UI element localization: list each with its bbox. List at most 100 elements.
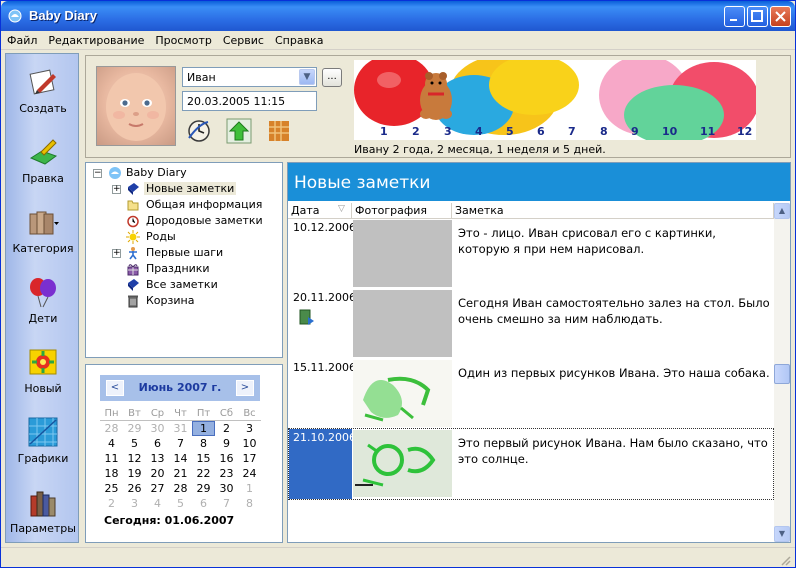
calendar-day[interactable]: 12 xyxy=(123,451,146,466)
close-button[interactable] xyxy=(770,6,791,27)
calendar-day[interactable]: 5 xyxy=(123,436,146,451)
month-12: 12 xyxy=(737,125,753,138)
calendar-day-selected[interactable]: 1 xyxy=(192,421,215,436)
calendar-day[interactable]: 22 xyxy=(192,466,215,481)
note-text: Один из первых рисунков Ивана. Это наша … xyxy=(458,366,770,380)
calendar-day[interactable]: 29 xyxy=(123,421,146,436)
calendar-day[interactable]: 25 xyxy=(100,481,123,496)
calendar-day[interactable]: 1 xyxy=(238,481,261,496)
minimize-icon xyxy=(730,19,737,21)
menu-edit[interactable]: Редактирование xyxy=(42,31,149,47)
calendar-day[interactable]: 23 xyxy=(215,466,238,481)
notes-header: Новые заметки xyxy=(288,163,790,201)
calendar-day[interactable]: 2 xyxy=(215,421,238,436)
scroll-up-icon[interactable]: ▲ xyxy=(774,203,790,219)
category-button[interactable]: Категория xyxy=(6,196,80,266)
note-row[interactable]: 20.11.2006 Сегодня Иван самостоятельно з… xyxy=(289,289,773,359)
calendar-day[interactable]: 24 xyxy=(238,466,261,481)
maximize-button[interactable] xyxy=(747,6,768,27)
child-photo[interactable] xyxy=(96,66,176,146)
calendar-week: 11 12 13 14 15 16 17 xyxy=(100,451,261,466)
minimize-button[interactable] xyxy=(724,6,745,27)
today-label[interactable]: Сегодня: 01.06.2007 xyxy=(104,514,234,527)
calendar-day[interactable]: 21 xyxy=(169,466,192,481)
calendar-day[interactable]: 4 xyxy=(100,436,123,451)
notes-scrollbar[interactable]: ▲ ▼ xyxy=(774,203,790,542)
calendar-month-title[interactable]: Июнь 2007 г. xyxy=(124,381,236,394)
note-row-selected[interactable]: 21.10.2006 Это первый рисунок Ивана. Нам… xyxy=(288,428,774,500)
weekday: Сб xyxy=(215,406,238,421)
collapse-icon[interactable]: − xyxy=(93,169,102,178)
child-profile-panel: Иван ▼ ... 20.03.2005 11:15 1 2 3 4 5 6 … xyxy=(85,55,791,158)
scroll-down-icon[interactable]: ▼ xyxy=(774,526,790,542)
calendar-day[interactable]: 8 xyxy=(192,436,215,451)
child-select[interactable]: Иван ▼ xyxy=(182,67,317,87)
month-11: 11 xyxy=(700,125,716,138)
sun-icon xyxy=(126,230,140,244)
birth-datetime-field[interactable]: 20.03.2005 11:15 xyxy=(182,91,317,111)
calendar-day[interactable]: 19 xyxy=(123,466,146,481)
calendar-day[interactable]: 29 xyxy=(192,481,215,496)
charts-button[interactable]: Графики xyxy=(6,406,80,476)
calendar-week: 28 29 30 31 1 2 3 xyxy=(100,421,261,436)
pattern-icon[interactable] xyxy=(266,118,292,144)
resize-grip-icon[interactable] xyxy=(779,554,791,566)
calendar-prev-button[interactable]: < xyxy=(106,380,124,396)
settings-button[interactable]: Параметры xyxy=(6,476,80,546)
edit-button[interactable]: Правка xyxy=(6,126,80,196)
calendar-day[interactable]: 30 xyxy=(146,421,169,436)
calendar-day[interactable]: 31 xyxy=(169,421,192,436)
calendar-day[interactable]: 3 xyxy=(238,421,261,436)
clock-icon[interactable] xyxy=(186,118,212,144)
calendar-day[interactable]: 6 xyxy=(146,436,169,451)
calendar-day[interactable]: 2 xyxy=(100,496,123,511)
calendar-next-button[interactable]: > xyxy=(236,380,254,396)
calendar-day[interactable]: 6 xyxy=(192,496,215,511)
calendar-day[interactable]: 20 xyxy=(146,466,169,481)
calendar-day[interactable]: 8 xyxy=(238,496,261,511)
calendar-day[interactable]: 27 xyxy=(146,481,169,496)
chevron-down-icon[interactable]: ▼ xyxy=(299,69,315,85)
note-text: Это первый рисунок Ивана. Нам было сказа… xyxy=(458,436,768,466)
calendar-day[interactable]: 4 xyxy=(146,496,169,511)
calendar-day[interactable]: 28 xyxy=(169,481,192,496)
expand-icon[interactable]: + xyxy=(112,249,121,258)
calendar-day[interactable]: 14 xyxy=(169,451,192,466)
calendar-day[interactable]: 3 xyxy=(123,496,146,511)
calendar-day[interactable]: 7 xyxy=(169,436,192,451)
calendar-day[interactable]: 13 xyxy=(146,451,169,466)
column-date[interactable]: Дата ▽ xyxy=(288,203,352,219)
calendar-day[interactable]: 10 xyxy=(238,436,261,451)
calendar-day[interactable]: 30 xyxy=(215,481,238,496)
new-button[interactable]: Новый xyxy=(6,336,80,406)
calendar-day[interactable]: 9 xyxy=(215,436,238,451)
create-button[interactable]: Создать xyxy=(6,56,80,126)
age-banner: 1 2 3 4 5 6 7 8 9 10 11 12 xyxy=(354,60,756,140)
calendar-day[interactable]: 7 xyxy=(215,496,238,511)
column-note[interactable]: Заметка xyxy=(452,203,774,219)
calendar-day[interactable]: 26 xyxy=(123,481,146,496)
children-button[interactable]: Дети xyxy=(6,266,80,336)
menu-file[interactable]: Файл xyxy=(1,31,42,47)
calendar-day[interactable]: 18 xyxy=(100,466,123,481)
upload-arrow-icon[interactable] xyxy=(226,118,252,144)
calendar-day[interactable]: 11 xyxy=(100,451,123,466)
column-photo[interactable]: Фотография xyxy=(352,203,452,219)
calendar-day[interactable]: 16 xyxy=(215,451,238,466)
scroll-thumb[interactable] xyxy=(774,364,790,384)
app-icon xyxy=(8,9,22,23)
tree-item-label: Общая информация xyxy=(146,198,263,211)
calendar-day[interactable]: 17 xyxy=(238,451,261,466)
menu-service[interactable]: Сервис xyxy=(217,31,269,47)
menu-help[interactable]: Справка xyxy=(269,31,328,47)
note-row[interactable]: 10.12.2006 Это - лицо. Иван срисовал его… xyxy=(289,219,773,289)
calendar-day[interactable]: 28 xyxy=(100,421,123,436)
calendar-day[interactable]: 5 xyxy=(169,496,192,511)
menu-view[interactable]: Просмотр xyxy=(149,31,216,47)
note-row[interactable]: 15.11.2006 Один из первых рисунков Ивана… xyxy=(289,359,773,429)
more-button[interactable]: ... xyxy=(322,68,342,87)
title-bar[interactable]: Baby Diary xyxy=(1,1,795,31)
dog-drawing-image xyxy=(363,376,431,422)
calendar-day[interactable]: 15 xyxy=(192,451,215,466)
expand-icon[interactable]: + xyxy=(112,185,121,194)
